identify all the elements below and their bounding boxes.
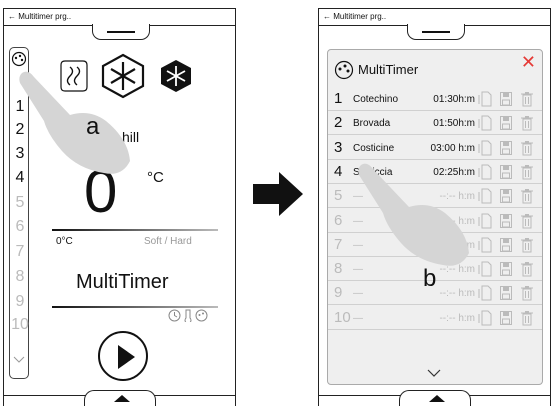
save-icon[interactable] [499,261,513,277]
soft-hard-label: Soft / Hard [144,236,192,247]
row-number: 1 [334,90,343,107]
copy-icon[interactable] [478,310,492,326]
multitimer-icon [334,60,354,80]
oven-screen-after: ← Multitimer prg.. MultiTimer ✕ 1 Cotechi… [318,8,551,406]
save-icon[interactable] [499,310,513,326]
copy-icon[interactable] [478,285,492,301]
top-pull-tab[interactable] [407,24,465,40]
row-time: --:-- h:m [439,312,475,324]
timer-row[interactable]: 1 Cotechino 01:30h:m [328,88,542,111]
row-name: Costicine [353,142,395,154]
row-time: 01:50h:m [433,118,475,130]
program-number[interactable]: 8 [10,268,30,286]
save-icon[interactable] [499,115,513,131]
save-icon[interactable] [499,140,513,156]
probe-icon [184,309,192,322]
top-pull-tab[interactable] [92,24,150,40]
trash-icon[interactable] [520,115,534,131]
pointing-hand-icon [19,71,130,174]
save-icon[interactable] [499,188,513,204]
copy-icon[interactable] [478,213,492,229]
trash-icon[interactable] [520,261,534,277]
copy-icon[interactable] [478,115,492,131]
row-number: 7 [334,235,343,253]
program-name: MultiTimer [76,271,169,293]
row-number: 5 [334,187,343,205]
copy-icon[interactable] [478,261,492,277]
chevron-down-icon[interactable] [426,368,442,378]
temperature-slider[interactable] [52,229,218,231]
save-icon[interactable] [499,285,513,301]
trash-icon[interactable] [520,164,534,180]
program-number[interactable]: 6 [10,218,30,236]
trash-icon[interactable] [520,310,534,326]
bottom-pull-tab[interactable] [84,390,156,406]
trash-icon[interactable] [520,285,534,301]
temperature-unit: °C [147,169,164,186]
program-number[interactable]: 7 [10,243,30,261]
trash-icon[interactable] [520,213,534,229]
multitimer-small-icon [195,309,208,322]
trash-icon[interactable] [520,91,534,107]
row-number: 9 [334,284,343,302]
row-name: Brovada [353,118,391,130]
program-divider [52,306,218,308]
arrow-right-icon [253,172,303,216]
copy-icon[interactable] [478,237,492,253]
deep-freeze-icon[interactable] [159,59,193,93]
pointing-hand-icon [358,163,469,266]
program-number[interactable]: 5 [10,194,30,212]
row-number: 2 [334,114,343,132]
clock-icon [168,309,181,322]
row-name: — [353,312,363,324]
copy-icon[interactable] [478,140,492,156]
row-number: 4 [334,162,343,180]
timer-row[interactable]: 10— --:-- h:m [328,307,542,330]
copy-icon[interactable] [478,164,492,180]
trash-icon[interactable] [520,237,534,253]
timer-row[interactable]: 3 Costicine 03:00 h:m [328,137,542,160]
close-icon[interactable]: ✕ [521,52,536,73]
callout-label: b [423,265,437,292]
copy-icon[interactable] [478,188,492,204]
timer-row[interactable]: 2 Brovada 01:50h:m [328,112,542,136]
save-icon[interactable] [499,237,513,253]
chevron-down-icon[interactable] [13,356,25,364]
oven-screen-before: ← Multitimer prg.. 1 2 3 4 5 6 7 8 9 10 … [3,8,236,406]
trash-icon[interactable] [520,188,534,204]
row-name: Cotechino [353,94,399,105]
copy-icon[interactable] [478,91,492,107]
multitimer-icon[interactable] [11,51,27,67]
row-name: — [353,288,363,300]
panel-title: MultiTimer [358,62,419,77]
row-number: 6 [334,211,343,229]
row-time: 01:30h:m [433,94,475,105]
play-button[interactable] [98,331,148,381]
save-icon[interactable] [499,213,513,229]
callout-label: a [86,113,100,140]
row-number: 3 [334,138,343,156]
row-number: 8 [334,260,343,278]
trash-icon[interactable] [520,140,534,156]
save-icon[interactable] [499,91,513,107]
save-icon[interactable] [499,164,513,180]
program-number[interactable]: 10 [10,316,30,334]
temperature-min-label: 0°C [56,236,73,247]
bottom-pull-tab[interactable] [399,390,471,406]
row-time: 03:00 h:m [430,142,475,154]
row-number: 10 [334,308,351,326]
program-number[interactable]: 9 [10,293,30,311]
